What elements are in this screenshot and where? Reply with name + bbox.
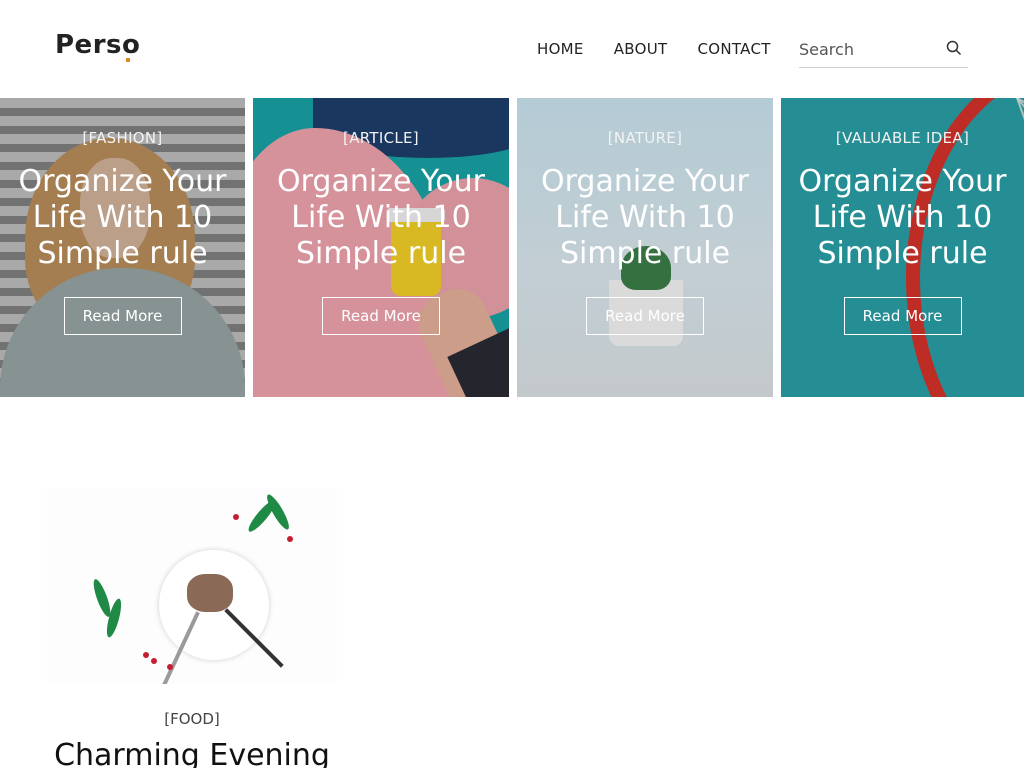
- search-icon[interactable]: [946, 40, 962, 56]
- post-title[interactable]: Charming Evening: [47, 738, 337, 768]
- slide-category: [ARTICLE]: [343, 129, 419, 147]
- read-more-button[interactable]: Read More: [843, 297, 962, 335]
- nav-about[interactable]: ABOUT: [614, 40, 668, 58]
- featured-slider: [FASHION] Organize Your Life With 10 Sim…: [0, 98, 1024, 398]
- post-category: [FOOD]: [164, 710, 220, 728]
- main-nav: HOME ABOUT CONTACT: [537, 40, 801, 58]
- read-more-button[interactable]: Read More: [63, 297, 182, 335]
- slide-card-valuable-idea[interactable]: [VALUABLE IDEA] Organize Your Life With …: [781, 98, 1024, 397]
- slide-category: [FASHION]: [82, 129, 163, 147]
- slide-card-nature[interactable]: [NATURE] Organize Your Life With 10 Simp…: [517, 98, 773, 397]
- read-more-button[interactable]: Read More: [586, 297, 704, 335]
- post-image[interactable]: [47, 488, 337, 684]
- nav-contact[interactable]: CONTACT: [697, 40, 770, 58]
- slide-category: [VALUABLE IDEA]: [835, 129, 970, 147]
- search-input[interactable]: [799, 34, 939, 64]
- slide-title[interactable]: Organize Your Life With 10 Simple rule: [527, 164, 763, 272]
- slide-category: [NATURE]: [607, 129, 683, 147]
- slide-title[interactable]: Organize Your Life With 10 Simple rule: [10, 164, 235, 272]
- slide-card-fashion[interactable]: [FASHION] Organize Your Life With 10 Sim…: [0, 98, 245, 397]
- nav-home[interactable]: HOME: [537, 40, 584, 58]
- search-box: [799, 34, 968, 68]
- page: Perso HOME ABOUT CONTACT [FASHION]: [0, 0, 1024, 768]
- logo-accent-dot: [126, 58, 130, 62]
- post-card[interactable]: [FOOD] Charming Evening: [47, 488, 337, 768]
- read-more-button[interactable]: Read More: [322, 297, 440, 335]
- logo[interactable]: Perso: [55, 30, 140, 60]
- site-header: Perso HOME ABOUT CONTACT: [0, 0, 1024, 98]
- slide-title[interactable]: Organize Your Life With 10 Simple rule: [791, 164, 1014, 272]
- slide-card-article[interactable]: [ARTICLE] Organize Your Life With 10 Sim…: [253, 98, 509, 397]
- slide-title[interactable]: Organize Your Life With 10 Simple rule: [263, 164, 499, 272]
